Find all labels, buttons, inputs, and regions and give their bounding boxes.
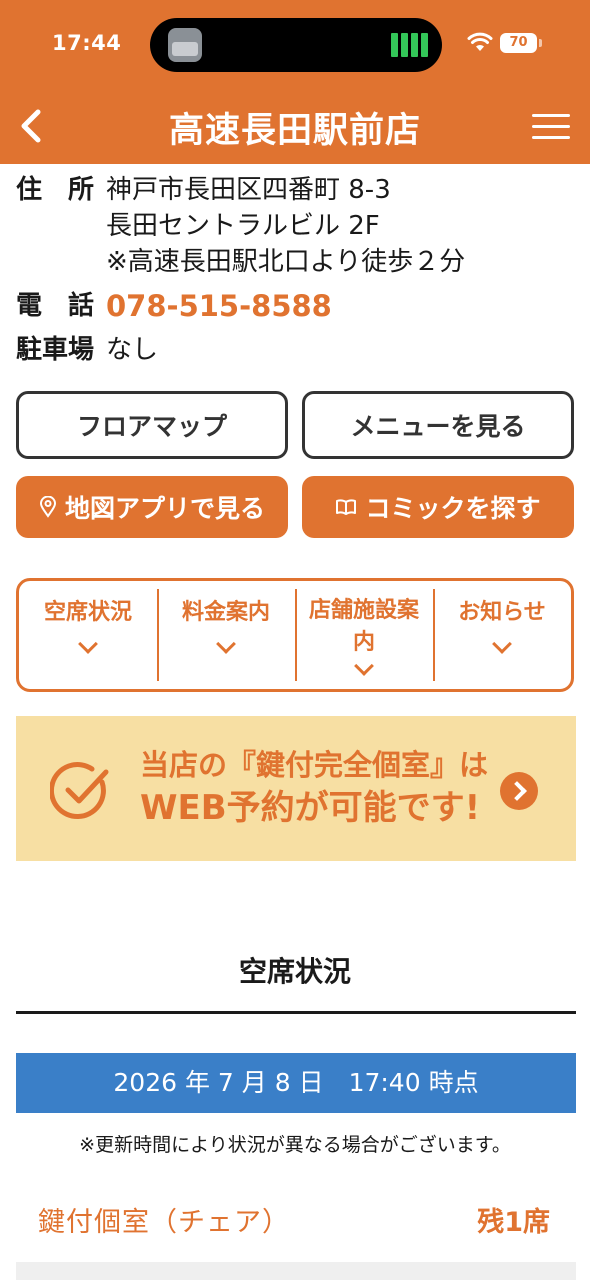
tab-pricing[interactable]: 料金案内 bbox=[157, 581, 295, 689]
map-app-label: 地図アプリで見る bbox=[64, 494, 265, 523]
map-app-button[interactable]: 地図アプリで見る bbox=[16, 476, 288, 538]
tab-label: 店舗施設案内 bbox=[308, 598, 419, 655]
seats-remaining: 残1席 bbox=[477, 1207, 550, 1238]
address-label: 住 所 bbox=[16, 175, 95, 205]
tab-facilities[interactable]: 店舗施設案内 bbox=[295, 581, 433, 689]
book-icon bbox=[336, 499, 357, 515]
now-playing-thumbnail bbox=[168, 28, 202, 62]
menu-button[interactable]: メニューを見る bbox=[302, 391, 574, 459]
chevron-down-icon bbox=[492, 634, 512, 654]
update-note: ※更新時間により状況が異なる場合がございます。 bbox=[79, 1134, 511, 1156]
parking-label: 駐車場 bbox=[16, 335, 95, 365]
tab-label: お知らせ bbox=[458, 600, 546, 625]
header-bar: 17:44 70 高速長田駅前店 bbox=[0, 0, 590, 164]
floor-map-button[interactable]: フロアマップ bbox=[16, 391, 288, 459]
map-pin-icon bbox=[39, 496, 56, 518]
tab-availability[interactable]: 空席状況 bbox=[19, 581, 157, 689]
arrow-right-icon[interactable] bbox=[500, 772, 538, 810]
address-line: ※高速長田駅北口より徒歩２分 bbox=[106, 247, 466, 277]
address-row: 住 所 神戸市長田区四番町 8-3 長田セントラルビル 2F ※高速長田駅北口よ… bbox=[16, 172, 576, 280]
tab-news[interactable]: お知らせ bbox=[433, 581, 571, 689]
wifi-icon bbox=[467, 32, 493, 51]
banner-text: 当店の『鍵付完全個室』は WEB予約が可能です! bbox=[140, 746, 488, 832]
hamburger-icon[interactable] bbox=[532, 112, 572, 142]
address-line: 長田セントラルビル 2F bbox=[106, 211, 380, 241]
comic-search-button[interactable]: コミックを探す bbox=[302, 476, 574, 538]
parking-value: なし bbox=[106, 335, 159, 365]
banner-line-1: 当店の『鍵付完全個室』は bbox=[140, 748, 489, 782]
parking-row: 駐車場 なし bbox=[16, 332, 576, 368]
address-value: 神戸市長田区四番町 8-3 長田セントラルビル 2F ※高速長田駅北口より徒歩２… bbox=[106, 172, 576, 280]
tab-label: 料金案内 bbox=[181, 600, 270, 625]
tab-label: 空席状況 bbox=[43, 600, 132, 625]
section-divider bbox=[16, 1011, 576, 1014]
chevron-down-icon bbox=[354, 656, 374, 676]
web-reservation-banner[interactable]: 当店の『鍵付完全個室』は WEB予約が可能です! bbox=[16, 716, 576, 861]
section-title: 空席状況 bbox=[238, 955, 351, 988]
chevron-down-icon bbox=[78, 634, 98, 654]
section-tabs: 空席状況 料金案内 店舗施設案内 お知らせ bbox=[16, 578, 574, 692]
chevron-down-icon bbox=[216, 634, 236, 654]
page-title: 高速長田駅前店 bbox=[168, 111, 421, 151]
phone-row: 電 話 078-515-8588 bbox=[16, 288, 576, 324]
banner-line-2: WEB予約が可能です! bbox=[140, 788, 481, 828]
status-time: 17:44 bbox=[52, 31, 122, 55]
seat-detail-panel bbox=[16, 1262, 576, 1280]
address-line: 神戸市長田区四番町 8-3 bbox=[106, 175, 391, 205]
check-circle-icon bbox=[50, 762, 109, 820]
comic-search-label: コミックを探す bbox=[365, 494, 541, 523]
seat-type: 鍵付個室（チェア） bbox=[38, 1207, 290, 1238]
dynamic-island bbox=[150, 18, 442, 72]
activity-indicator bbox=[391, 33, 428, 57]
update-timestamp: 2026 年 7 月 8 日 17:40 時点 bbox=[16, 1053, 576, 1113]
battery-indicator: 70 bbox=[500, 33, 542, 53]
phone-link[interactable]: 078-515-8588 bbox=[106, 288, 576, 324]
store-info: 住 所 神戸市長田区四番町 8-3 長田セントラルビル 2F ※高速長田駅北口よ… bbox=[16, 172, 576, 368]
phone-label: 電 話 bbox=[16, 291, 95, 321]
